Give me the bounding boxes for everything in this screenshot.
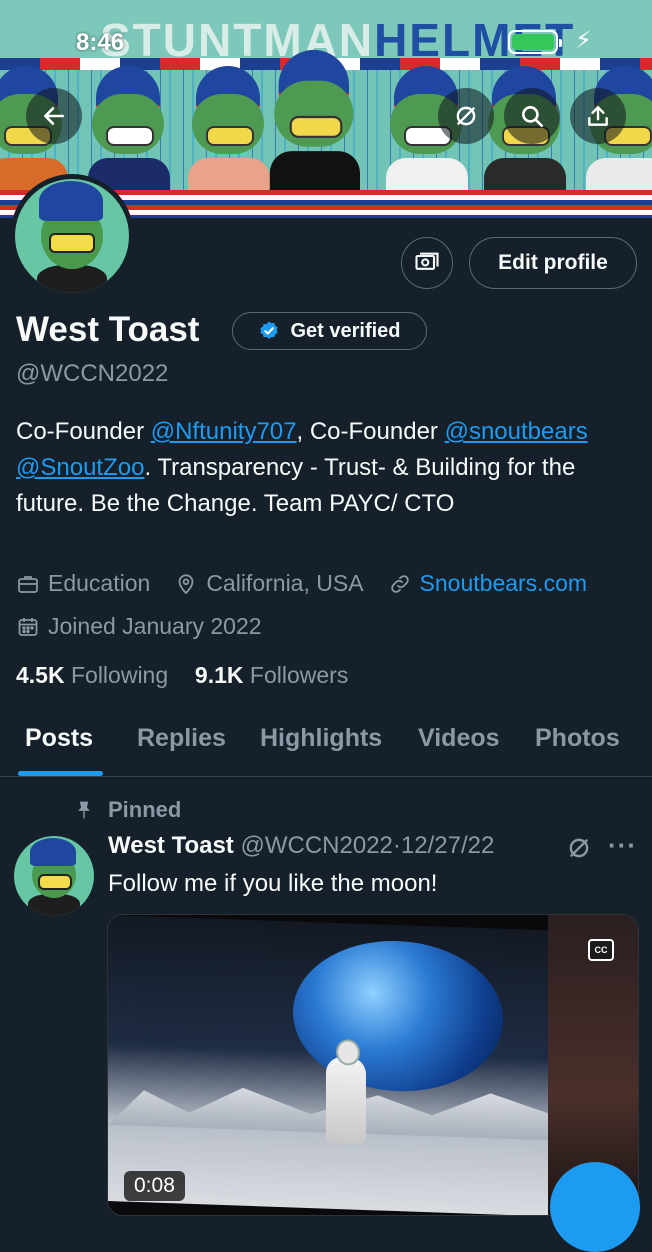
tab-videos[interactable]: Videos: [418, 724, 500, 753]
category-label: Education: [48, 570, 151, 596]
profile-joined: Joined January 2022: [16, 613, 262, 640]
verified-badge-icon: [260, 321, 279, 339]
link-icon: [390, 574, 409, 593]
search-button[interactable]: [504, 88, 560, 144]
location-label: California, USA: [206, 570, 364, 596]
following-link[interactable]: 4.5K Following: [16, 662, 168, 688]
pin-icon: [78, 801, 90, 819]
active-tab-indicator: [18, 771, 103, 776]
bio-text: Co-Founder: [16, 418, 151, 445]
tab-posts[interactable]: Posts: [25, 724, 93, 753]
tab-replies[interactable]: Replies: [137, 724, 226, 753]
post-text: Follow me if you like the moon!: [108, 870, 438, 897]
monetization-button[interactable]: [401, 237, 453, 289]
profile-category: Education: [16, 570, 150, 597]
post-author-handle[interactable]: @WCCN2022: [240, 832, 392, 859]
closed-captions-button[interactable]: CC: [588, 939, 614, 961]
profile-avatar[interactable]: [10, 174, 134, 298]
grok-button[interactable]: [438, 88, 494, 144]
followers-label: Followers: [249, 662, 349, 688]
follow-stats: 4.5K Following 9.1K Followers: [16, 662, 348, 689]
post-date[interactable]: 12/27/22: [401, 832, 494, 859]
location-pin-icon: [178, 573, 194, 594]
website-link[interactable]: Snoutbears.com: [420, 570, 587, 597]
banner-ape-art: [82, 62, 178, 198]
post-author-avatar[interactable]: [14, 836, 94, 916]
pinned-indicator: Pinned: [74, 797, 181, 823]
video-duration: 0:08: [124, 1171, 185, 1201]
pinned-label: Pinned: [108, 797, 182, 822]
post-header: West Toast @WCCN2022·12/27/22: [108, 832, 494, 860]
profile-bio: Co-Founder @Nftunity707, Co-Founder @sno…: [16, 414, 636, 522]
get-verified-label: Get verified: [290, 319, 401, 342]
earth-image: [293, 937, 503, 1095]
bio-text: , Co-Founder: [296, 418, 445, 445]
profile-tabs: Posts Replies Highlights Videos Photos: [0, 712, 652, 777]
charging-bolt-icon: ⚡: [575, 27, 592, 54]
grok-icon: [456, 106, 476, 126]
profile-meta-row: Education California, USA Snoutbears.com: [16, 570, 611, 597]
post-video[interactable]: CC 0:08: [107, 914, 639, 1216]
banner-ape-art: [263, 46, 369, 196]
share-button[interactable]: [570, 88, 626, 144]
money-icon: [415, 252, 439, 270]
tab-highlights[interactable]: Highlights: [260, 724, 382, 753]
bio-mention-link[interactable]: @snoutbears: [445, 418, 588, 445]
followers-count: 9.1K: [194, 662, 244, 688]
profile-name: West Toast: [16, 310, 200, 349]
joined-label: Joined January 2022: [48, 613, 262, 639]
compose-post-button[interactable]: [550, 1162, 640, 1252]
profile-website[interactable]: Snoutbears.com: [388, 570, 587, 597]
battery-icon: [508, 30, 562, 54]
profile-handle: @WCCN2022: [16, 360, 169, 387]
grok-icon: [569, 838, 589, 858]
post-author-name[interactable]: West Toast: [108, 832, 234, 859]
back-button[interactable]: [26, 88, 82, 144]
status-time: 8:46: [76, 29, 125, 56]
calendar-icon: [18, 617, 38, 636]
profile-location: California, USA: [174, 570, 364, 597]
bio-mention-link[interactable]: @Nftunity707: [151, 418, 297, 445]
followers-link[interactable]: 9.1K Followers: [195, 662, 348, 688]
edit-profile-button[interactable]: Edit profile: [469, 237, 637, 289]
share-icon: [588, 106, 608, 126]
following-label: Following: [70, 662, 169, 688]
search-icon: [522, 106, 544, 128]
bio-mention-link[interactable]: @SnoutZoo: [16, 454, 144, 481]
post-more-button[interactable]: ···: [608, 830, 637, 861]
astronaut-figure: [326, 1056, 366, 1145]
post-meta-separator: ·: [392, 832, 401, 859]
tab-photos[interactable]: Photos: [535, 724, 620, 753]
back-arrow-icon: [44, 107, 64, 125]
following-count: 4.5K: [16, 662, 65, 688]
post-grok-button[interactable]: [566, 835, 592, 866]
get-verified-button[interactable]: Get verified: [232, 312, 427, 350]
briefcase-icon: [18, 575, 38, 593]
profile-joined-row: Joined January 2022: [16, 613, 286, 640]
